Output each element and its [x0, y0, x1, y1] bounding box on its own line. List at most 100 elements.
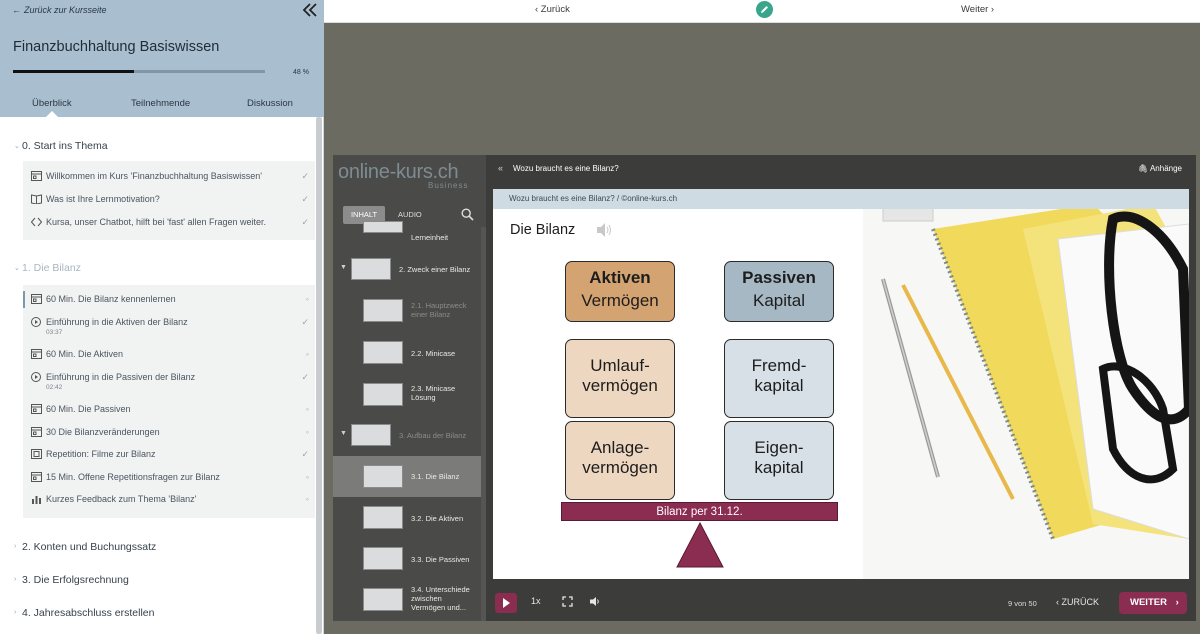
tab-overview[interactable]: Überblick	[32, 98, 72, 109]
outline-item[interactable]: 3.4. Unterschiede zwischen Vermögen und.…	[333, 583, 486, 619]
chapter-label: 2. Konten und Buchungssatz	[22, 541, 157, 553]
status-icon: ◦	[305, 349, 309, 359]
chapter-label: 3. Die Erfolgsrechnung	[22, 574, 129, 586]
section-thumbnail	[351, 258, 391, 280]
bilanz-balance-beam: Bilanz per 31.12.	[561, 502, 838, 521]
previous-lesson-button[interactable]: ‹ Zurück	[535, 4, 570, 15]
previous-slide-button[interactable]: ‹ ZURÜCK	[1056, 597, 1099, 607]
attachments-button[interactable]: 🖇 Anhänge	[1138, 164, 1182, 173]
outline-item-selected[interactable]: 3.1. Die Bilanz	[333, 456, 486, 497]
fremdkapital-box: Fremd- kapital	[724, 339, 834, 418]
fullscreen-icon[interactable]	[562, 596, 573, 607]
outline-section[interactable]: ▼ 3. Aufbau der Bilanz	[333, 419, 486, 449]
chapter-3[interactable]: › 3. Die Erfolgsrechnung	[14, 574, 129, 586]
outline-label: 2.2. Minicase	[411, 349, 456, 358]
item-label: 15 Min. Offene Repetitionsfragen zur Bil…	[46, 472, 220, 482]
slide-header: Wozu braucht es eine Bilanz? / ©online-k…	[493, 189, 1189, 209]
chapter-4[interactable]: › 4. Jahresabschluss erstellen	[14, 607, 155, 619]
outline-item[interactable]: Lerneinheit	[333, 221, 486, 245]
fremd-label-2: kapital	[754, 376, 804, 395]
chevron-right-icon: ›	[14, 609, 17, 616]
item-label: 30 Die Bilanzveränderungen	[46, 427, 160, 437]
play-circle-icon	[31, 372, 41, 382]
next-lesson-button[interactable]: Weiter ›	[961, 4, 994, 15]
speaker-icon[interactable]	[595, 222, 613, 238]
list-item[interactable]: 15 Min. Offene Repetitionsfragen zur Bil…	[31, 472, 309, 482]
item-duration: 02:42	[46, 384, 63, 391]
active-tab-pointer	[46, 111, 58, 117]
play-button[interactable]	[495, 593, 517, 613]
course-player: online-kurs.ch Business INHALT AUDIO Ler…	[333, 155, 1196, 621]
outline-item[interactable]: 2.2. Minicase	[333, 336, 486, 370]
list-item[interactable]: 30 Die Bilanzveränderungen ◦	[31, 427, 309, 437]
double-chevron-left-icon[interactable]: «	[498, 163, 503, 173]
outline-item[interactable]: 2.3. Minicase Lösung	[333, 378, 486, 412]
kapital-label: Kapital	[753, 291, 805, 310]
list-item[interactable]: 60 Min. Die Aktiven ◦	[31, 349, 309, 359]
outline-item[interactable]: 2.1. Hauptzweck einer Bilanz	[333, 294, 486, 328]
sidebar-scrollbar-thumb[interactable]	[316, 117, 322, 634]
search-icon[interactable]	[461, 208, 474, 221]
slide-thumbnail	[363, 547, 403, 570]
list-item[interactable]: Was ist Ihre Lernmotivation? ✓	[31, 194, 309, 204]
list-item[interactable]: Willkommen im Kurs 'Finanzbuchhaltung Ba…	[31, 171, 309, 181]
check-icon: ✓	[301, 317, 309, 327]
item-label: Willkommen im Kurs 'Finanzbuchhaltung Ba…	[46, 171, 263, 181]
list-item[interactable]: Repetition: Filme zur Bilanz ✓	[31, 449, 309, 459]
list-item[interactable]: Kurzes Feedback zum Thema 'Bilanz' ◦	[31, 494, 309, 504]
list-item[interactable]: 60 Min. Die Passiven ◦	[31, 404, 309, 414]
list-item[interactable]: Einführung in die Aktiven der Bilanz 03:3…	[31, 317, 309, 336]
play-circle-icon	[31, 317, 41, 327]
chapter-0[interactable]: ⌄ 0. Start ins Thema	[14, 140, 108, 152]
next-slide-label: WEITER	[1130, 597, 1167, 608]
volume-icon[interactable]	[589, 596, 601, 607]
chapter-2[interactable]: › 2. Konten und Buchungssatz	[14, 541, 157, 553]
outline-item[interactable]: 3.2. Die Aktiven	[333, 501, 486, 535]
chapter-label: 1. Die Bilanz	[22, 262, 81, 274]
chevron-right-icon: ›	[14, 576, 17, 583]
paperclip-icon: 🖇	[1138, 164, 1149, 173]
slide-thumbnail	[363, 588, 403, 611]
passiven-label: Passiven	[742, 268, 816, 287]
outline-label: 3.3. Die Passiven	[411, 555, 470, 564]
tab-discussion[interactable]: Diskussion	[247, 98, 293, 109]
umlauf-label-2: vermögen	[582, 376, 658, 395]
status-icon: ◦	[305, 427, 309, 437]
outline-item[interactable]: 3.3. Die Passiven	[333, 542, 486, 576]
back-to-course-link[interactable]: ← Zurück zur Kursseite	[12, 5, 107, 15]
outline-label: 3.2. Die Aktiven	[411, 514, 464, 523]
slide-canvas: Wozu braucht es eine Bilanz? / ©online-k…	[493, 189, 1189, 579]
pencil-icon	[761, 6, 768, 13]
outline-section[interactable]: ▼ 2. Zweck einer Bilanz	[333, 253, 486, 283]
outline-label: 2. Zweck einer Bilanz	[399, 265, 471, 274]
top-navigation: ‹ Zurück Weiter ›	[324, 0, 1200, 23]
list-item[interactable]: Einführung in die Passiven der Bilanz 02:…	[31, 372, 309, 391]
triangle-down-icon: ▼	[340, 264, 347, 271]
eigen-label-2: kapital	[754, 458, 804, 477]
item-label: Einführung in die Aktiven der Bilanz	[46, 317, 188, 327]
list-item[interactable]: Kursa, unser Chatbot, hilft bei 'fast' a…	[31, 217, 309, 227]
slide-thumbnail	[363, 221, 403, 233]
previous-slide-label: ZURÜCK	[1061, 597, 1100, 607]
lesson-title: Wozu braucht es eine Bilanz?	[513, 164, 619, 173]
slides-icon	[31, 294, 42, 304]
playback-speed-button[interactable]: 1x	[531, 596, 541, 606]
list-item[interactable]: 60 Min. Die Bilanz kennenlernen ◦	[31, 294, 309, 304]
next-slide-button[interactable]: WEITER ›	[1119, 592, 1187, 614]
tab-participants[interactable]: Teilnehmende	[131, 98, 190, 109]
slides-icon	[31, 171, 42, 181]
collapse-sidebar-icon[interactable]	[302, 2, 318, 18]
chapter-label: 4. Jahresabschluss erstellen	[22, 607, 155, 619]
anlage-label-2: vermögen	[582, 458, 658, 477]
outline-scrollbar[interactable]	[481, 227, 486, 621]
chapter-label: 0. Start ins Thema	[22, 140, 108, 152]
edit-button[interactable]	[756, 1, 773, 18]
item-label: 60 Min. Die Bilanz kennenlernen	[46, 294, 176, 304]
slides-icon	[31, 472, 42, 482]
progress-percent: 48 %	[293, 69, 309, 76]
chapter-1[interactable]: ⌄ 1. Die Bilanz	[14, 262, 81, 274]
page-counter: 9 von 50	[1008, 599, 1037, 608]
status-icon: ◦	[305, 472, 309, 482]
check-icon: ✓	[301, 171, 309, 181]
check-icon: ✓	[301, 372, 309, 382]
